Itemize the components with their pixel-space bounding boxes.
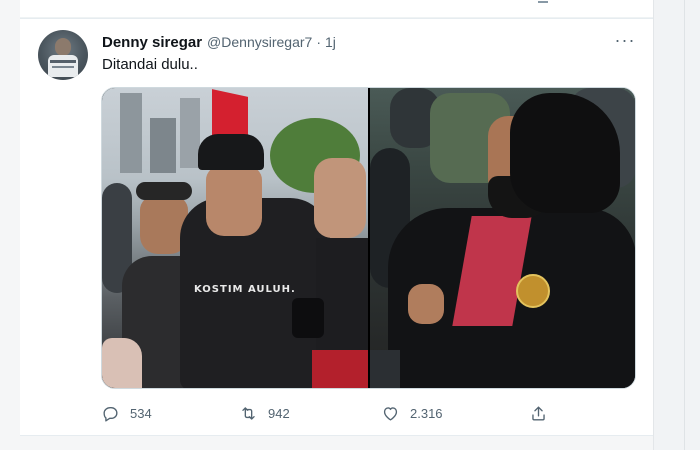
building (120, 93, 142, 173)
building (180, 98, 200, 168)
retweet-count: 942 (268, 405, 290, 421)
page: Denny siregar @Dennysiregar7 · 1j ··· Di… (0, 0, 700, 450)
tweet-media[interactable]: KOSTIM AULUH. (101, 87, 636, 389)
black-cap (198, 134, 264, 170)
tweet-text: Ditandai dulu.. (102, 56, 198, 73)
more-icon: ··· (614, 29, 636, 50)
tweet-actions: 534 942 2.316 (101, 401, 561, 425)
reply-button[interactable]: 534 (101, 401, 152, 425)
media-photo-1[interactable]: KOSTIM AULUH. (102, 88, 368, 388)
wristwatch (292, 298, 324, 338)
fist (408, 284, 444, 324)
raised-hand (314, 158, 366, 238)
media-photo-2[interactable] (370, 88, 635, 388)
right-gutter (653, 0, 700, 450)
red-shirt (312, 350, 368, 388)
retweet-icon (242, 406, 255, 420)
crowd-person (370, 350, 400, 388)
avatar[interactable] (38, 30, 88, 80)
like-count: 2.316 (410, 405, 443, 421)
scrollbar[interactable] (684, 0, 685, 450)
long-hair (510, 93, 620, 213)
reply-icon (103, 406, 118, 422)
user-handle[interactable]: @Dennysiregar7 (207, 34, 312, 50)
heart-icon (383, 406, 398, 421)
jacket-badge (516, 274, 550, 308)
share-button[interactable] (529, 401, 558, 425)
share-icon (532, 405, 545, 421)
previous-tweet-action-icon[interactable] (538, 0, 548, 3)
display-name[interactable]: Denny siregar (102, 34, 202, 51)
building (150, 118, 176, 173)
retweet-button[interactable]: 942 (239, 401, 290, 425)
more-options-button[interactable]: ··· (612, 28, 638, 52)
tweet-header: Denny siregar @Dennysiregar7 · 1j (102, 34, 336, 52)
like-button[interactable]: 2.316 (381, 401, 443, 425)
main-face (206, 166, 262, 236)
avatar-head (55, 38, 71, 56)
avatar-shirt-print-2 (52, 66, 74, 68)
tweet-time[interactable]: 1j (325, 34, 336, 50)
reply-count: 534 (130, 405, 152, 421)
header-separator: · (316, 34, 321, 50)
hoodie-print: KOSTIM AULUH. (194, 284, 296, 295)
previous-tweet-edge (20, 0, 653, 18)
sunglasses-on-head (136, 182, 192, 200)
avatar-shirt-print (50, 60, 76, 63)
bystander (102, 338, 142, 388)
